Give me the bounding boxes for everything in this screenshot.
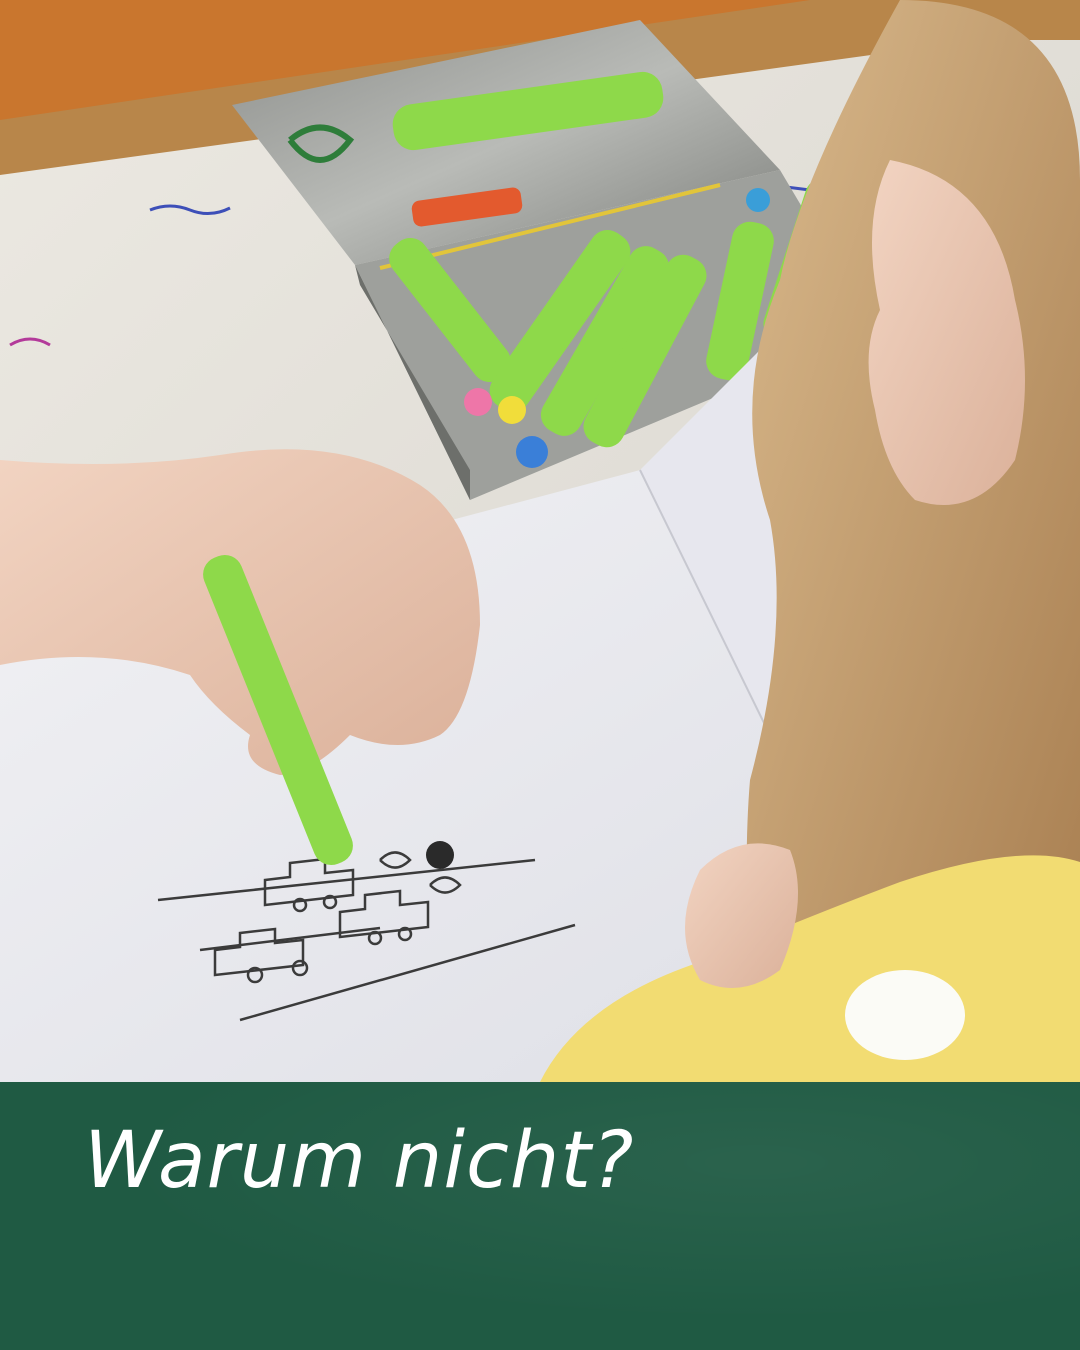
photo-scene xyxy=(0,0,1080,1082)
caption-text: Warum nicht? xyxy=(84,1116,635,1206)
photo-illustration xyxy=(0,0,1080,1082)
image-frame: Warum nicht? xyxy=(0,0,1080,1350)
